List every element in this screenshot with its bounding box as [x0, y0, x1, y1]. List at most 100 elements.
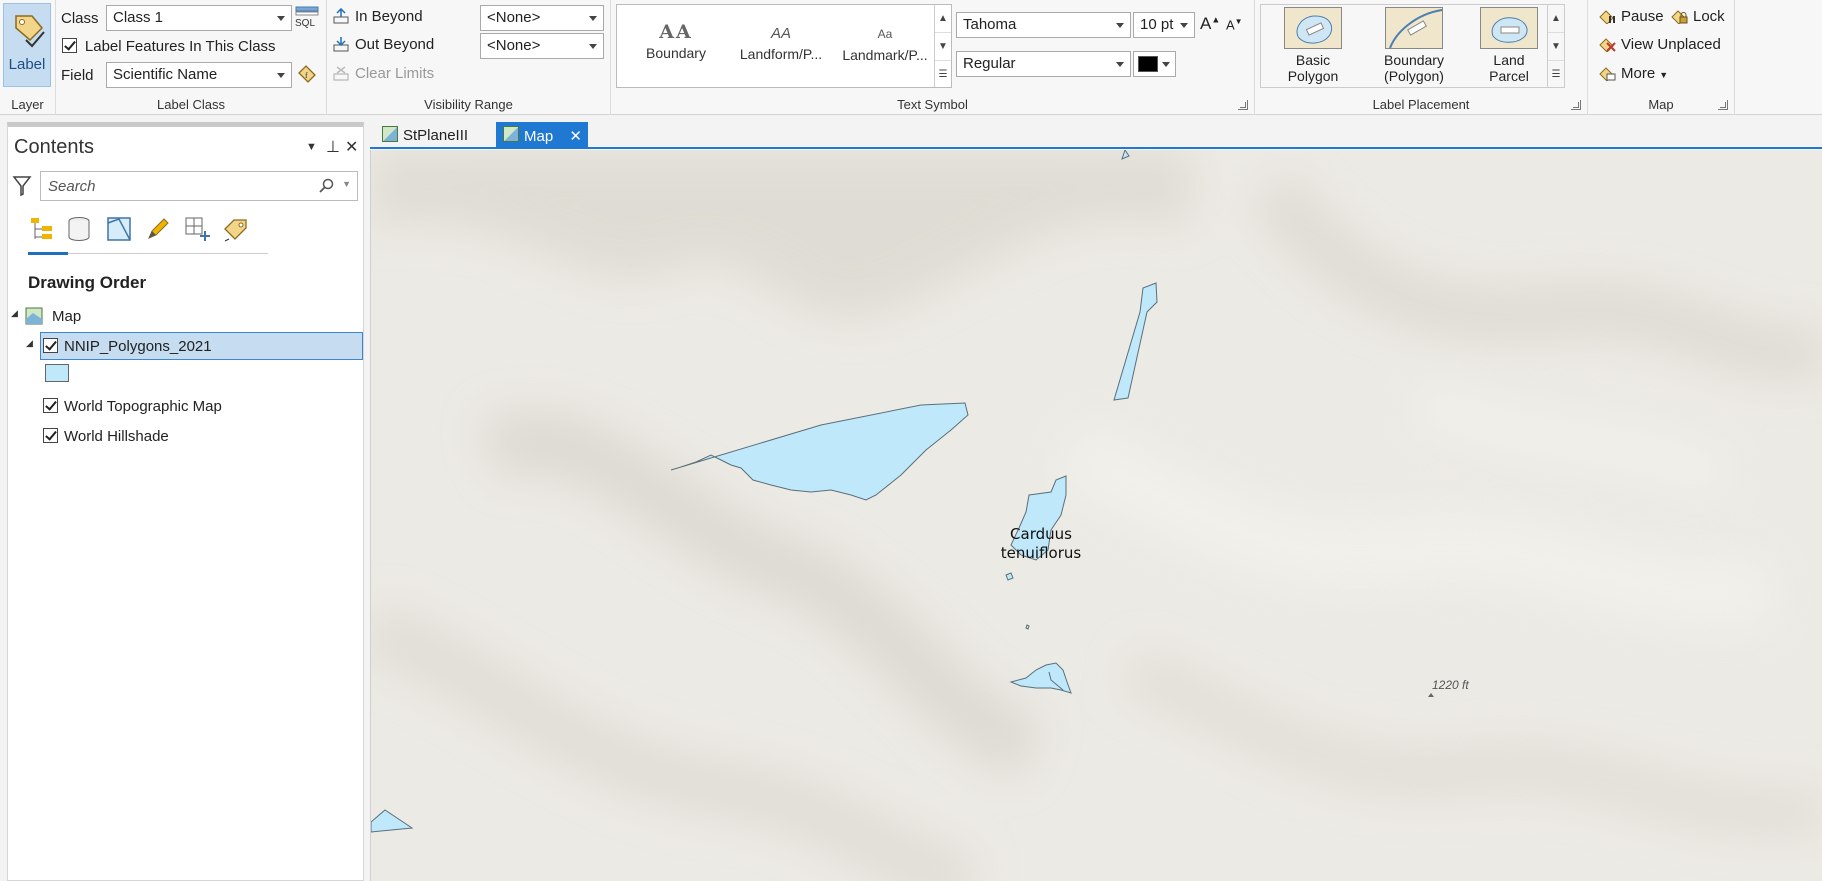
- search-options-icon[interactable]: ▼: [342, 179, 351, 189]
- map-labeling-group: Pause Lock View Unplaced More ▼ Map: [1588, 0, 1735, 115]
- collapse-icon[interactable]: ◢: [26, 338, 33, 349]
- polygon-symbol-swatch[interactable]: [45, 364, 69, 382]
- layer-visibility-checkbox[interactable]: [43, 428, 58, 443]
- layer-visibility-checkbox[interactable]: [43, 338, 58, 353]
- pause-labeling-button[interactable]: Pause: [1598, 8, 1664, 25]
- land-parcel-label-1: Land: [1493, 52, 1525, 68]
- close-icon[interactable]: ✕: [569, 128, 582, 145]
- more-button[interactable]: More ▼: [1598, 65, 1668, 82]
- label-features-checkbox[interactable]: [62, 38, 77, 53]
- text-symbol-glyph: AA: [770, 25, 791, 42]
- polygon-feature[interactable]: [1009, 662, 1072, 694]
- view-tab-strip: StPlaneIII Map ✕: [370, 122, 1822, 149]
- view-unplaced-button[interactable]: View Unplaced: [1598, 36, 1721, 53]
- tree-item-world-topographic[interactable]: World Topographic Map: [8, 392, 363, 420]
- collapse-icon[interactable]: ◢: [11, 308, 18, 319]
- gallery-expand-icon[interactable]: ☰: [935, 61, 951, 89]
- field-dropdown[interactable]: Scientific Name: [106, 62, 292, 88]
- font-color-picker[interactable]: [1133, 51, 1176, 77]
- font-style-value: Regular: [963, 55, 1016, 72]
- search-icon[interactable]: [319, 178, 335, 194]
- feature-label-line-1: Carduus: [1010, 525, 1072, 543]
- basic-polygon-label-1: Basic: [1295, 52, 1331, 68]
- label-placement-group-label: Label Placement: [1372, 97, 1470, 112]
- tree-item-map[interactable]: ◢ Map: [8, 302, 363, 330]
- map-canvas[interactable]: Carduus tenuiflorus 1220 ft: [370, 150, 1822, 881]
- close-icon[interactable]: ✕: [345, 137, 358, 157]
- label-toggle-button[interactable]: Label: [3, 3, 51, 87]
- list-by-snapping-icon[interactable]: [183, 215, 211, 243]
- in-beyond-value: <None>: [487, 9, 541, 26]
- search-input[interactable]: Search ▼: [40, 171, 358, 201]
- in-beyond-dropdown[interactable]: <None>: [480, 5, 604, 31]
- clear-limits-icon: [333, 66, 349, 81]
- feature-label[interactable]: Carduus tenuiflorus: [991, 525, 1091, 563]
- grow-font-icon: A: [1200, 14, 1212, 33]
- class-label: Class: [61, 10, 99, 27]
- chevron-down-icon: [277, 16, 285, 21]
- chevron-down-icon: [1162, 62, 1170, 67]
- tab-map[interactable]: Map ✕: [496, 122, 588, 148]
- pin-icon[interactable]: ⊥: [326, 137, 340, 157]
- out-beyond-value: <None>: [487, 37, 541, 54]
- pane-options-icon[interactable]: ▼: [306, 141, 317, 153]
- tree-item-nnip-polygons[interactable]: ◢ NNIP_Polygons_2021: [8, 332, 363, 360]
- sql-label: SQL: [295, 18, 316, 29]
- expression-button[interactable]: f: [296, 62, 322, 88]
- layer-group-label: Layer: [11, 97, 44, 112]
- basic-polygon-icon: [1284, 7, 1342, 49]
- map-group-label: Map: [1648, 97, 1674, 112]
- text-symbol-landmark[interactable]: Aa Landmark/P...: [835, 27, 935, 63]
- label-placement-gallery[interactable]: Basic Polygon Boundary (Polygon) Land Pa…: [1260, 4, 1565, 88]
- font-name-dropdown[interactable]: Tahoma: [956, 12, 1131, 38]
- text-symbol-gallery[interactable]: AA Boundary AA Landform/P... Aa Landmark…: [616, 4, 952, 88]
- in-beyond-button[interactable]: In Beyond: [332, 8, 423, 25]
- gallery-scrollbar[interactable]: ▲ ▼ ☰: [934, 5, 951, 87]
- list-by-drawing-order-icon[interactable]: [28, 215, 56, 243]
- list-by-editing-icon[interactable]: [144, 215, 172, 243]
- out-beyond-button[interactable]: Out Beyond: [332, 36, 434, 53]
- font-size-dropdown[interactable]: 10 pt: [1133, 12, 1195, 38]
- font-style-dropdown[interactable]: Regular: [956, 51, 1131, 77]
- tree-item-world-hillshade[interactable]: World Hillshade: [8, 422, 363, 450]
- polygon-feature[interactable]: [670, 402, 969, 501]
- clear-limits-button[interactable]: Clear Limits: [332, 65, 434, 82]
- placement-land-parcel[interactable]: Land Parcel: [1469, 7, 1549, 84]
- boundary-polygon-icon: [1385, 7, 1443, 49]
- scroll-down-icon[interactable]: ▼: [1548, 33, 1564, 61]
- map-layers: [371, 150, 1822, 881]
- ribbon: Label Layer Class Class 1 SQL Label Feat…: [0, 0, 1822, 115]
- text-symbol-boundary[interactable]: AA Boundary: [631, 21, 721, 61]
- placement-boundary-polygon[interactable]: Boundary (Polygon): [1369, 7, 1459, 84]
- out-beyond-dropdown[interactable]: <None>: [480, 33, 604, 59]
- scroll-up-icon[interactable]: ▲: [1548, 5, 1564, 33]
- list-by-labeling-icon[interactable]: [221, 215, 249, 243]
- list-by-selection-icon[interactable]: [105, 215, 133, 243]
- sql-query-button[interactable]: SQL: [292, 5, 322, 31]
- polygon-feature[interactable]: [1005, 572, 1014, 581]
- placement-gallery-scrollbar[interactable]: ▲ ▼ ☰: [1547, 5, 1564, 87]
- drawing-order-heading: Drawing Order: [28, 273, 147, 292]
- scroll-up-icon[interactable]: ▲: [935, 5, 951, 33]
- placement-basic-polygon[interactable]: Basic Polygon: [1273, 7, 1353, 84]
- filter-icon[interactable]: [12, 175, 32, 197]
- shrink-font-button[interactable]: A▼: [1226, 17, 1243, 32]
- gallery-expand-icon[interactable]: ☰: [1548, 61, 1564, 89]
- list-by-source-icon[interactable]: [65, 215, 93, 243]
- shrink-font-icon: A: [1226, 17, 1235, 33]
- polygon-feature[interactable]: [1113, 282, 1158, 401]
- layer-visibility-checkbox[interactable]: [43, 398, 58, 413]
- label-features-label: Label Features In This Class: [84, 38, 276, 55]
- text-symbol-landform[interactable]: AA Landform/P...: [731, 25, 831, 62]
- lock-labels-button[interactable]: Lock: [1670, 8, 1725, 25]
- polygon-feature[interactable]: [371, 809, 414, 833]
- in-beyond-label: In Beyond: [355, 8, 423, 25]
- grow-font-button[interactable]: A▲: [1200, 14, 1220, 34]
- class-dropdown[interactable]: Class 1: [106, 5, 292, 31]
- text-symbol-label: Boundary: [646, 45, 706, 61]
- label-features-checkbox-row[interactable]: Label Features In This Class: [62, 38, 276, 55]
- polygon-feature[interactable]: [1025, 624, 1030, 630]
- tab-stplaneiii[interactable]: StPlaneIII: [375, 122, 474, 148]
- elevation-label: 1220 ft: [1432, 678, 1469, 692]
- scroll-down-icon[interactable]: ▼: [935, 33, 951, 61]
